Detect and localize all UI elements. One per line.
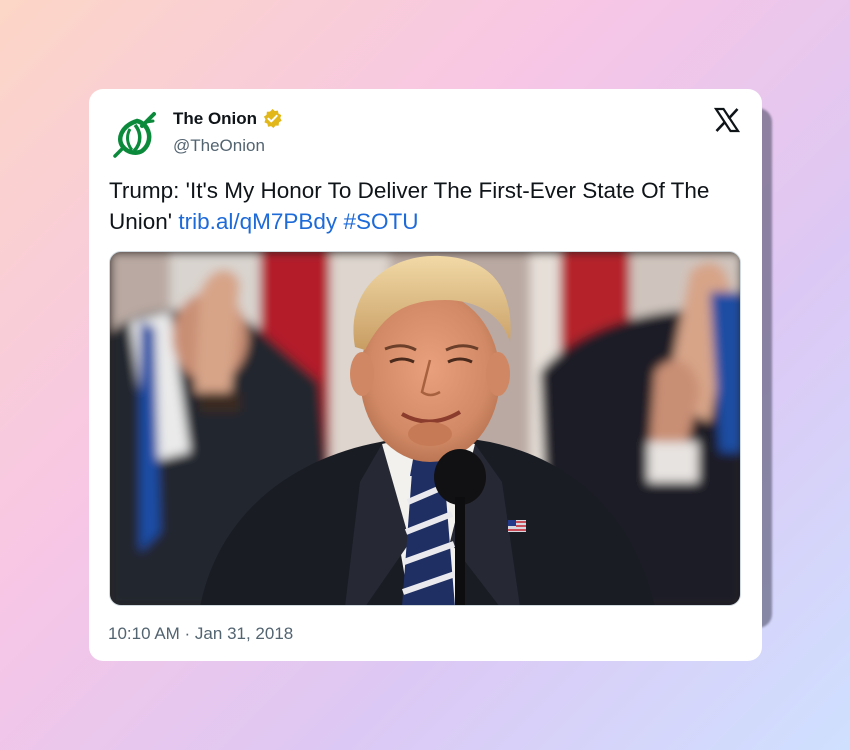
tweet-photo[interactable] (109, 251, 741, 606)
photo-illustration (110, 252, 740, 605)
onion-logo-icon (113, 112, 156, 158)
tweet-link[interactable]: trib.al/qM7PBdy (178, 209, 337, 234)
author-handle[interactable]: @TheOnion (173, 136, 265, 156)
tweet-timestamp[interactable]: 10:10 AM · Jan 31, 2018 (108, 624, 293, 644)
author-name-row: The Onion (173, 108, 283, 129)
author-display-name[interactable]: The Onion (173, 109, 257, 129)
tweet-card: The Onion @TheOnion Trump: 'It's My Hono… (89, 89, 762, 661)
tweet-text: Trump: 'It's My Honor To Deliver The Fir… (109, 175, 739, 237)
avatar[interactable] (108, 106, 164, 162)
verified-badge-icon (263, 108, 282, 129)
tweet-hashtag[interactable]: #SOTU (343, 209, 418, 234)
x-logo-icon[interactable] (714, 107, 740, 133)
